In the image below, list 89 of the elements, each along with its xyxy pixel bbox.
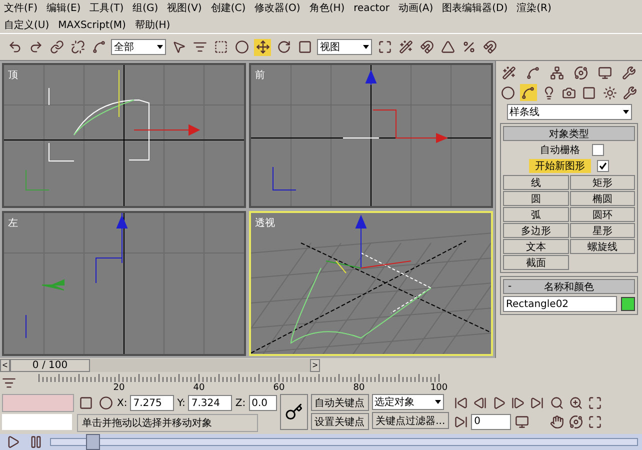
rotate-icon[interactable] — [275, 38, 292, 56]
shape-button[interactable]: 多边形 — [503, 223, 568, 238]
menu-item[interactable]: 图表编辑器(D) — [442, 1, 508, 15]
seek-handle[interactable] — [86, 434, 100, 450]
start-new-shape-label: 开始新图形 — [529, 159, 591, 173]
y-coordinate-field[interactable]: 7.324 — [188, 395, 232, 411]
z-coordinate-field[interactable]: 0.0 — [248, 395, 277, 411]
utilities-tab-icon[interactable] — [620, 64, 638, 81]
display-tab-icon[interactable] — [596, 64, 614, 81]
orbit-icon[interactable] — [567, 413, 584, 430]
menu-item[interactable]: 自定义(U) — [4, 18, 50, 32]
zoom-all-icon[interactable] — [567, 394, 584, 411]
menu-item[interactable]: 帮助(H) — [134, 18, 170, 32]
create-tab-icon[interactable] — [500, 64, 517, 81]
key-filters-button[interactable]: 关键点过滤器... — [372, 412, 450, 429]
time-slider-thumb[interactable]: 0 / 100 — [10, 358, 90, 372]
object-name-field[interactable]: Rectangle02 — [503, 296, 617, 312]
menu-item[interactable]: MAXScript(M) — [58, 20, 126, 30]
rollout-title[interactable]: 对象类型 — [503, 126, 635, 141]
space-warps-icon[interactable] — [601, 84, 618, 101]
shape-button[interactable]: 截面 — [503, 255, 568, 270]
viewport-label: 左 — [8, 217, 18, 230]
geometry-icon[interactable] — [500, 84, 516, 101]
menu-item[interactable]: 修改器(O) — [254, 1, 300, 15]
menu-item[interactable]: 动画(A) — [398, 1, 434, 15]
frame-tick-label: 20 — [113, 383, 125, 393]
previous-frame-button[interactable]: < — [0, 358, 10, 372]
menu-item[interactable]: 渲染(R) — [516, 1, 552, 15]
auto-key-button[interactable]: 自动关键点 — [310, 394, 369, 411]
coordinate-system-dropdown[interactable]: 视图 — [317, 39, 372, 55]
menu-item[interactable]: 视图(V) — [167, 1, 202, 15]
viewport-label: 顶 — [8, 69, 18, 82]
menu-item[interactable]: reactor — [354, 2, 390, 14]
menu-item[interactable]: 工具(T) — [90, 1, 124, 15]
object-color-swatch[interactable] — [621, 297, 635, 311]
pan-icon[interactable] — [548, 413, 566, 430]
move-icon[interactable] — [254, 38, 271, 56]
viewport[interactable]: 左 — [2, 211, 246, 356]
angle-snap-icon[interactable] — [439, 38, 456, 56]
viewport[interactable]: 前 — [249, 63, 493, 208]
menu-item[interactable]: 编辑(E) — [46, 1, 81, 15]
hierarchy-tab-icon[interactable] — [548, 64, 566, 81]
start-new-shape-checkbox[interactable] — [597, 160, 609, 172]
shape-button[interactable]: 星形 — [570, 223, 635, 238]
menu-item[interactable]: 创建(C) — [210, 1, 246, 15]
autogrid-label: 自动栅格 — [539, 144, 581, 157]
category-dropdown[interactable]: 样条线 — [506, 104, 632, 120]
shape-button[interactable]: 线 — [503, 175, 568, 190]
snap-icon[interactable] — [418, 38, 435, 56]
maxscript-output-field — [2, 414, 72, 430]
shape-button[interactable]: 圆环 — [570, 207, 635, 222]
frame-tick-label: 100 — [430, 383, 448, 393]
shape-button[interactable]: 矩形 — [570, 175, 635, 190]
shape-button[interactable]: 弧 — [503, 207, 568, 222]
selection-region-icon[interactable] — [212, 38, 229, 56]
checkmark-icon — [599, 162, 607, 170]
frame-tick-label: 60 — [273, 383, 285, 393]
frame-tick-label: 40 — [193, 383, 205, 393]
link-icon[interactable] — [48, 38, 65, 56]
rollout-title[interactable]: - 名称和颜色 — [503, 279, 635, 294]
key-icon — [284, 403, 303, 421]
next-frame-button[interactable]: > — [310, 358, 320, 372]
x-label: X: — [117, 398, 128, 408]
viewport[interactable]: 顶 — [2, 63, 246, 208]
unlink-icon[interactable] — [69, 38, 86, 56]
shape-button[interactable]: 文本 — [503, 239, 568, 254]
shapes-icon[interactable] — [520, 84, 537, 101]
x-coordinate-field[interactable]: 7.275 — [130, 395, 174, 411]
menu-item[interactable]: 角色(H) — [309, 1, 345, 15]
shape-button[interactable]: 螺旋线 — [570, 239, 635, 254]
frame-tick-label: 80 — [353, 383, 365, 393]
viewport-label: 前 — [255, 69, 265, 82]
current-frame-field[interactable]: 0 — [471, 414, 512, 430]
viewport-label: 透视 — [255, 216, 275, 230]
shape-button[interactable]: 椭圆 — [570, 191, 635, 206]
maxscript-listener-field[interactable] — [2, 394, 74, 412]
y-label: Y: — [177, 398, 186, 408]
key-set-dropdown[interactable]: 选定对象 — [372, 394, 444, 410]
selection-filter-dropdown[interactable]: 全部 — [111, 39, 166, 55]
status-prompt: 单击并拖动以选择并移动对象 — [77, 414, 258, 432]
autogrid-checkbox[interactable] — [592, 144, 604, 156]
key-button[interactable] — [280, 394, 308, 430]
z-label: Z: — [235, 398, 246, 408]
viewport[interactable]: 透视 — [249, 211, 493, 356]
menu-item[interactable]: 文件(F) — [4, 1, 38, 15]
zoom-icon[interactable] — [548, 394, 566, 411]
menu-item[interactable]: 组(G) — [132, 1, 158, 15]
set-key-button[interactable]: 设置关键点 — [310, 413, 369, 430]
shape-button[interactable]: 圆 — [503, 191, 568, 206]
